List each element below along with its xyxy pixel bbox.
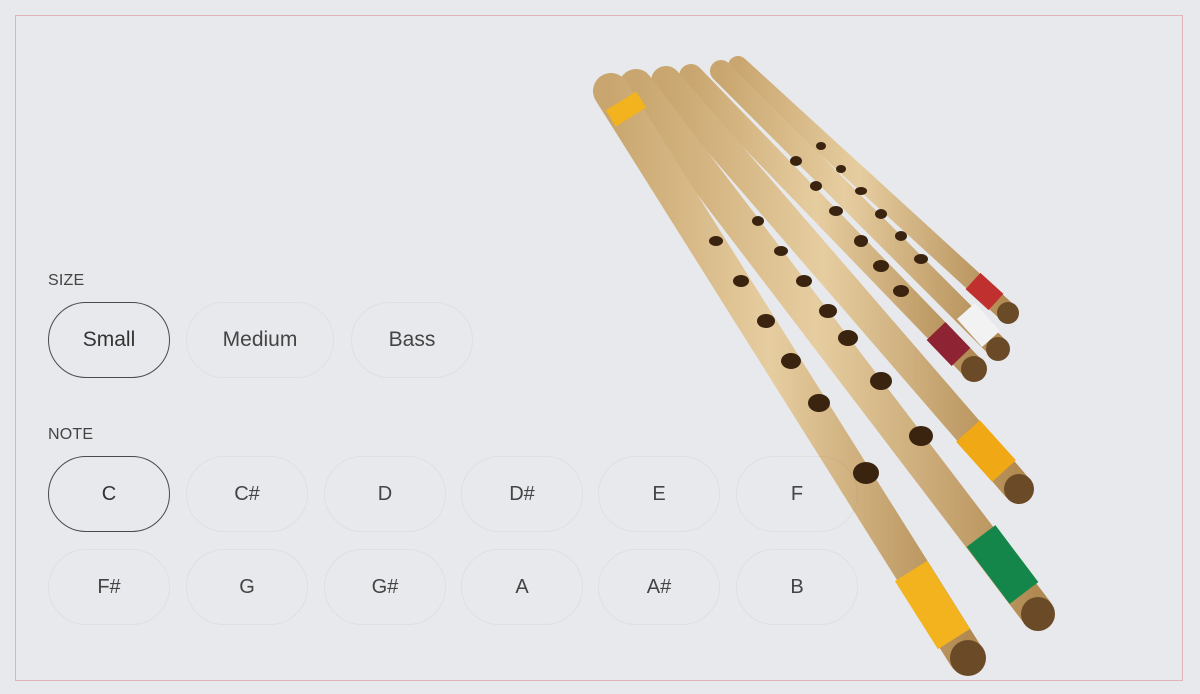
size-option-bass[interactable]: Bass xyxy=(351,302,473,378)
size-option-medium[interactable]: Medium xyxy=(186,302,334,378)
size-label: SIZE xyxy=(48,272,85,289)
note-option-e[interactable]: E xyxy=(598,456,720,532)
note-label: NOTE xyxy=(48,426,94,443)
note-option-g[interactable]: G xyxy=(186,549,308,625)
size-option-small[interactable]: Small xyxy=(48,302,170,378)
product-options-panel: SIZE Small Medium Bass NOTE C C# D D# E … xyxy=(15,15,1183,681)
note-option-g-sharp[interactable]: G# xyxy=(324,549,446,625)
note-option-a-sharp[interactable]: A# xyxy=(598,549,720,625)
note-option-f-sharp[interactable]: F# xyxy=(48,549,170,625)
note-option-d-sharp[interactable]: D# xyxy=(461,456,583,532)
note-option-c-sharp[interactable]: C# xyxy=(186,456,308,532)
note-option-b[interactable]: B xyxy=(736,549,858,625)
note-option-f[interactable]: F xyxy=(736,456,858,532)
note-option-a[interactable]: A xyxy=(461,549,583,625)
note-option-c[interactable]: C xyxy=(48,456,170,532)
note-option-d[interactable]: D xyxy=(324,456,446,532)
